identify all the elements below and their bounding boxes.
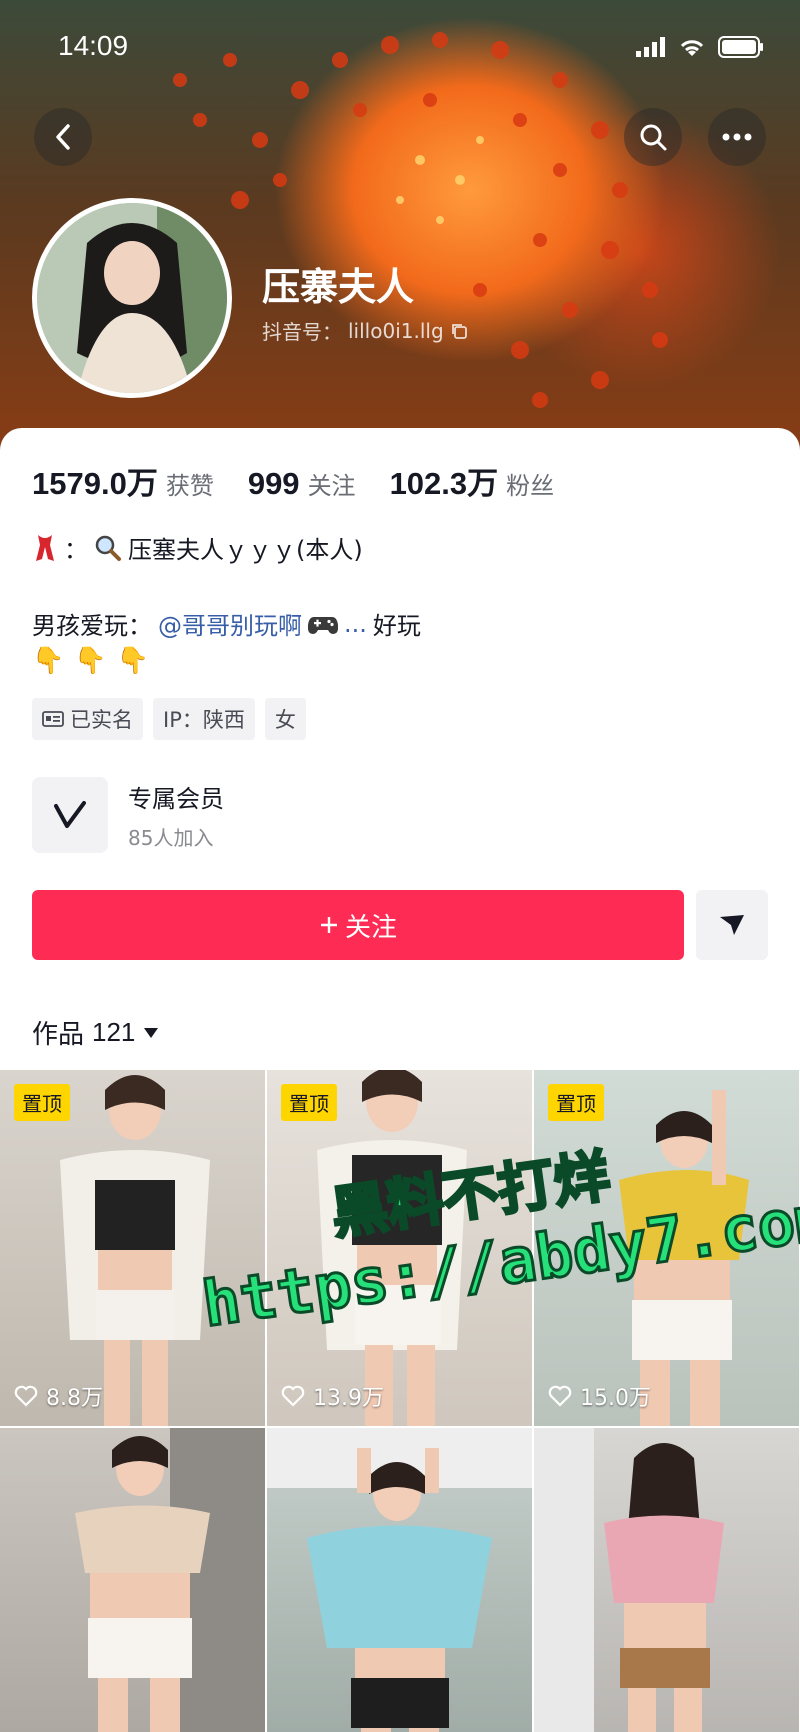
profile-tags: 已实名 IP：陕西 女 (32, 698, 306, 740)
more-dots-icon (722, 133, 752, 141)
exclusive-member-entry[interactable]: 专属会员 85人加入 (32, 774, 772, 856)
stat-followers-label: 粉丝 (506, 472, 555, 500)
tag-ip-location-label: IP：陕西 (163, 708, 245, 732)
pointing-down-emoji: 👇 (116, 646, 150, 676)
video-grid: 置顶 8.8万 置顶 13.9万 置顶 15.0万 (0, 1070, 800, 1732)
heart-icon (548, 1385, 572, 1407)
more-button[interactable] (708, 108, 766, 166)
status-icons (636, 36, 764, 58)
works-count: 121 (92, 1017, 136, 1047)
battery-icon (718, 36, 763, 58)
video-likes: 15.0万 (548, 1380, 651, 1412)
tag-gender: 女 (264, 698, 306, 740)
status-time: 14:09 (58, 30, 129, 61)
douyin-id-value: lillo0i1.llg (348, 318, 444, 343)
member-title: 专属会员 (128, 785, 224, 813)
pinned-badge: 置顶 (281, 1084, 337, 1121)
heart-icon (14, 1385, 38, 1407)
bio-line-1: ： 压塞夫人ｙｙｙ(本人) (32, 530, 363, 565)
bio-mention-link[interactable]: @哥哥别玩啊 (158, 606, 302, 641)
bio-line-2-prefix: 男孩爱玩： (32, 612, 152, 640)
video-thumbnail (317, 1070, 467, 1426)
caret-down-icon (144, 1027, 159, 1038)
video-thumbnail (60, 1075, 210, 1426)
stat-following[interactable]: 999 关注 (248, 466, 356, 502)
tag-ip-location: IP：陕西 (153, 698, 255, 740)
profile-card: 1579.0万 获赞 999 关注 102.3万 粉丝 ： 压塞夫人ｙｙｙ(本人… (0, 428, 800, 1732)
chevron-left-icon (56, 124, 70, 150)
avatar[interactable] (32, 198, 232, 398)
send-arrow-icon (720, 915, 744, 935)
works-tab[interactable]: 作品 121 (32, 1014, 159, 1051)
video-tile[interactable] (534, 1428, 799, 1732)
bio-line-2: 男孩爱玩： @哥哥别玩啊 ... 好玩 (32, 606, 421, 641)
status-bar: 14:09 (0, 0, 800, 96)
search-icon (640, 124, 667, 151)
video-thumbnail (75, 1428, 265, 1732)
member-subtitle: 85人加入 (128, 826, 214, 850)
video-likes: 8.8万 (14, 1380, 103, 1412)
bio-more-ellipsis[interactable]: ... (344, 610, 367, 638)
stat-likes[interactable]: 1579.0万 获赞 (32, 458, 214, 503)
magnifier-icon (95, 535, 121, 561)
stat-following-value: 999 (247, 466, 300, 501)
video-thumbnail (619, 1090, 749, 1426)
video-tile[interactable]: 置顶 13.9万 (267, 1070, 532, 1426)
video-likes: 13.9万 (281, 1380, 384, 1412)
share-button[interactable] (696, 890, 768, 960)
follow-button[interactable]: 关注 (32, 890, 684, 960)
video-likes-count: 8.8万 (46, 1386, 103, 1411)
video-likes-count: 15.0万 (580, 1386, 651, 1411)
back-button[interactable] (34, 108, 92, 166)
bio-line-1-prefix: ： (64, 536, 88, 564)
avatar-portrait (37, 203, 227, 393)
video-tile[interactable]: 置顶 15.0万 (534, 1070, 799, 1426)
stat-followers-value: 102.3万 (389, 466, 499, 501)
stat-likes-value: 1579.0万 (32, 466, 158, 501)
wifi-icon (680, 40, 704, 56)
stat-likes-label: 获赞 (165, 472, 214, 500)
tag-verified: 已实名 (32, 698, 143, 740)
douyin-id: 抖音号： lillo0i1.llg (262, 316, 468, 345)
profile-stats: 1579.0万 获赞 999 关注 102.3万 粉丝 (32, 458, 554, 503)
video-tile[interactable] (267, 1428, 532, 1732)
bio-line-1-text: 压塞夫人ｙｙｙ(本人) (128, 536, 363, 564)
stat-following-label: 关注 (307, 472, 356, 500)
pinned-badge: 置顶 (548, 1084, 604, 1121)
video-thumbnail (267, 1428, 532, 1732)
video-thumbnail (534, 1428, 724, 1732)
video-tile[interactable] (0, 1428, 265, 1732)
works-label: 作品 (32, 1020, 85, 1050)
member-v-icon (32, 777, 108, 853)
copy-icon[interactable] (450, 322, 468, 340)
video-tile[interactable]: 置顶 8.8万 (0, 1070, 265, 1426)
bio-line-2-suffix: 好玩 (372, 612, 421, 640)
stat-followers[interactable]: 102.3万 粉丝 (390, 458, 555, 503)
bio-line-3: 👇 👇 👇 (32, 646, 149, 676)
pointing-down-emoji: 👇 (74, 646, 107, 676)
profile-name: 压寨夫人 (262, 265, 415, 309)
id-card-icon (42, 711, 64, 727)
member-text: 专属会员 85人加入 (128, 779, 224, 851)
tag-verified-label: 已实名 (70, 708, 133, 732)
cellular-signal-icon (636, 37, 665, 57)
video-likes-count: 13.9万 (313, 1386, 384, 1411)
heart-icon (281, 1385, 305, 1407)
tag-gender-label: 女 (274, 708, 296, 732)
gamepad-icon (308, 616, 338, 634)
profile-cover: 14:09 压寨夫人 抖音号： lillo0i1.llg (0, 0, 800, 460)
scarf-icon (36, 534, 54, 561)
search-button[interactable] (624, 108, 682, 166)
follow-button-label: 关注 (344, 912, 397, 943)
douyin-id-label: 抖音号： (262, 320, 342, 344)
pinned-badge: 置顶 (14, 1084, 70, 1121)
pointing-down-emoji: 👇 (32, 646, 65, 676)
plus-icon (320, 917, 337, 933)
